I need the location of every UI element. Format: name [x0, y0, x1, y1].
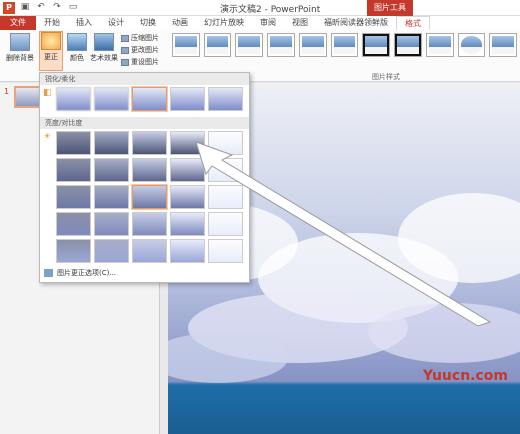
annotation-arrow	[195, 141, 492, 327]
